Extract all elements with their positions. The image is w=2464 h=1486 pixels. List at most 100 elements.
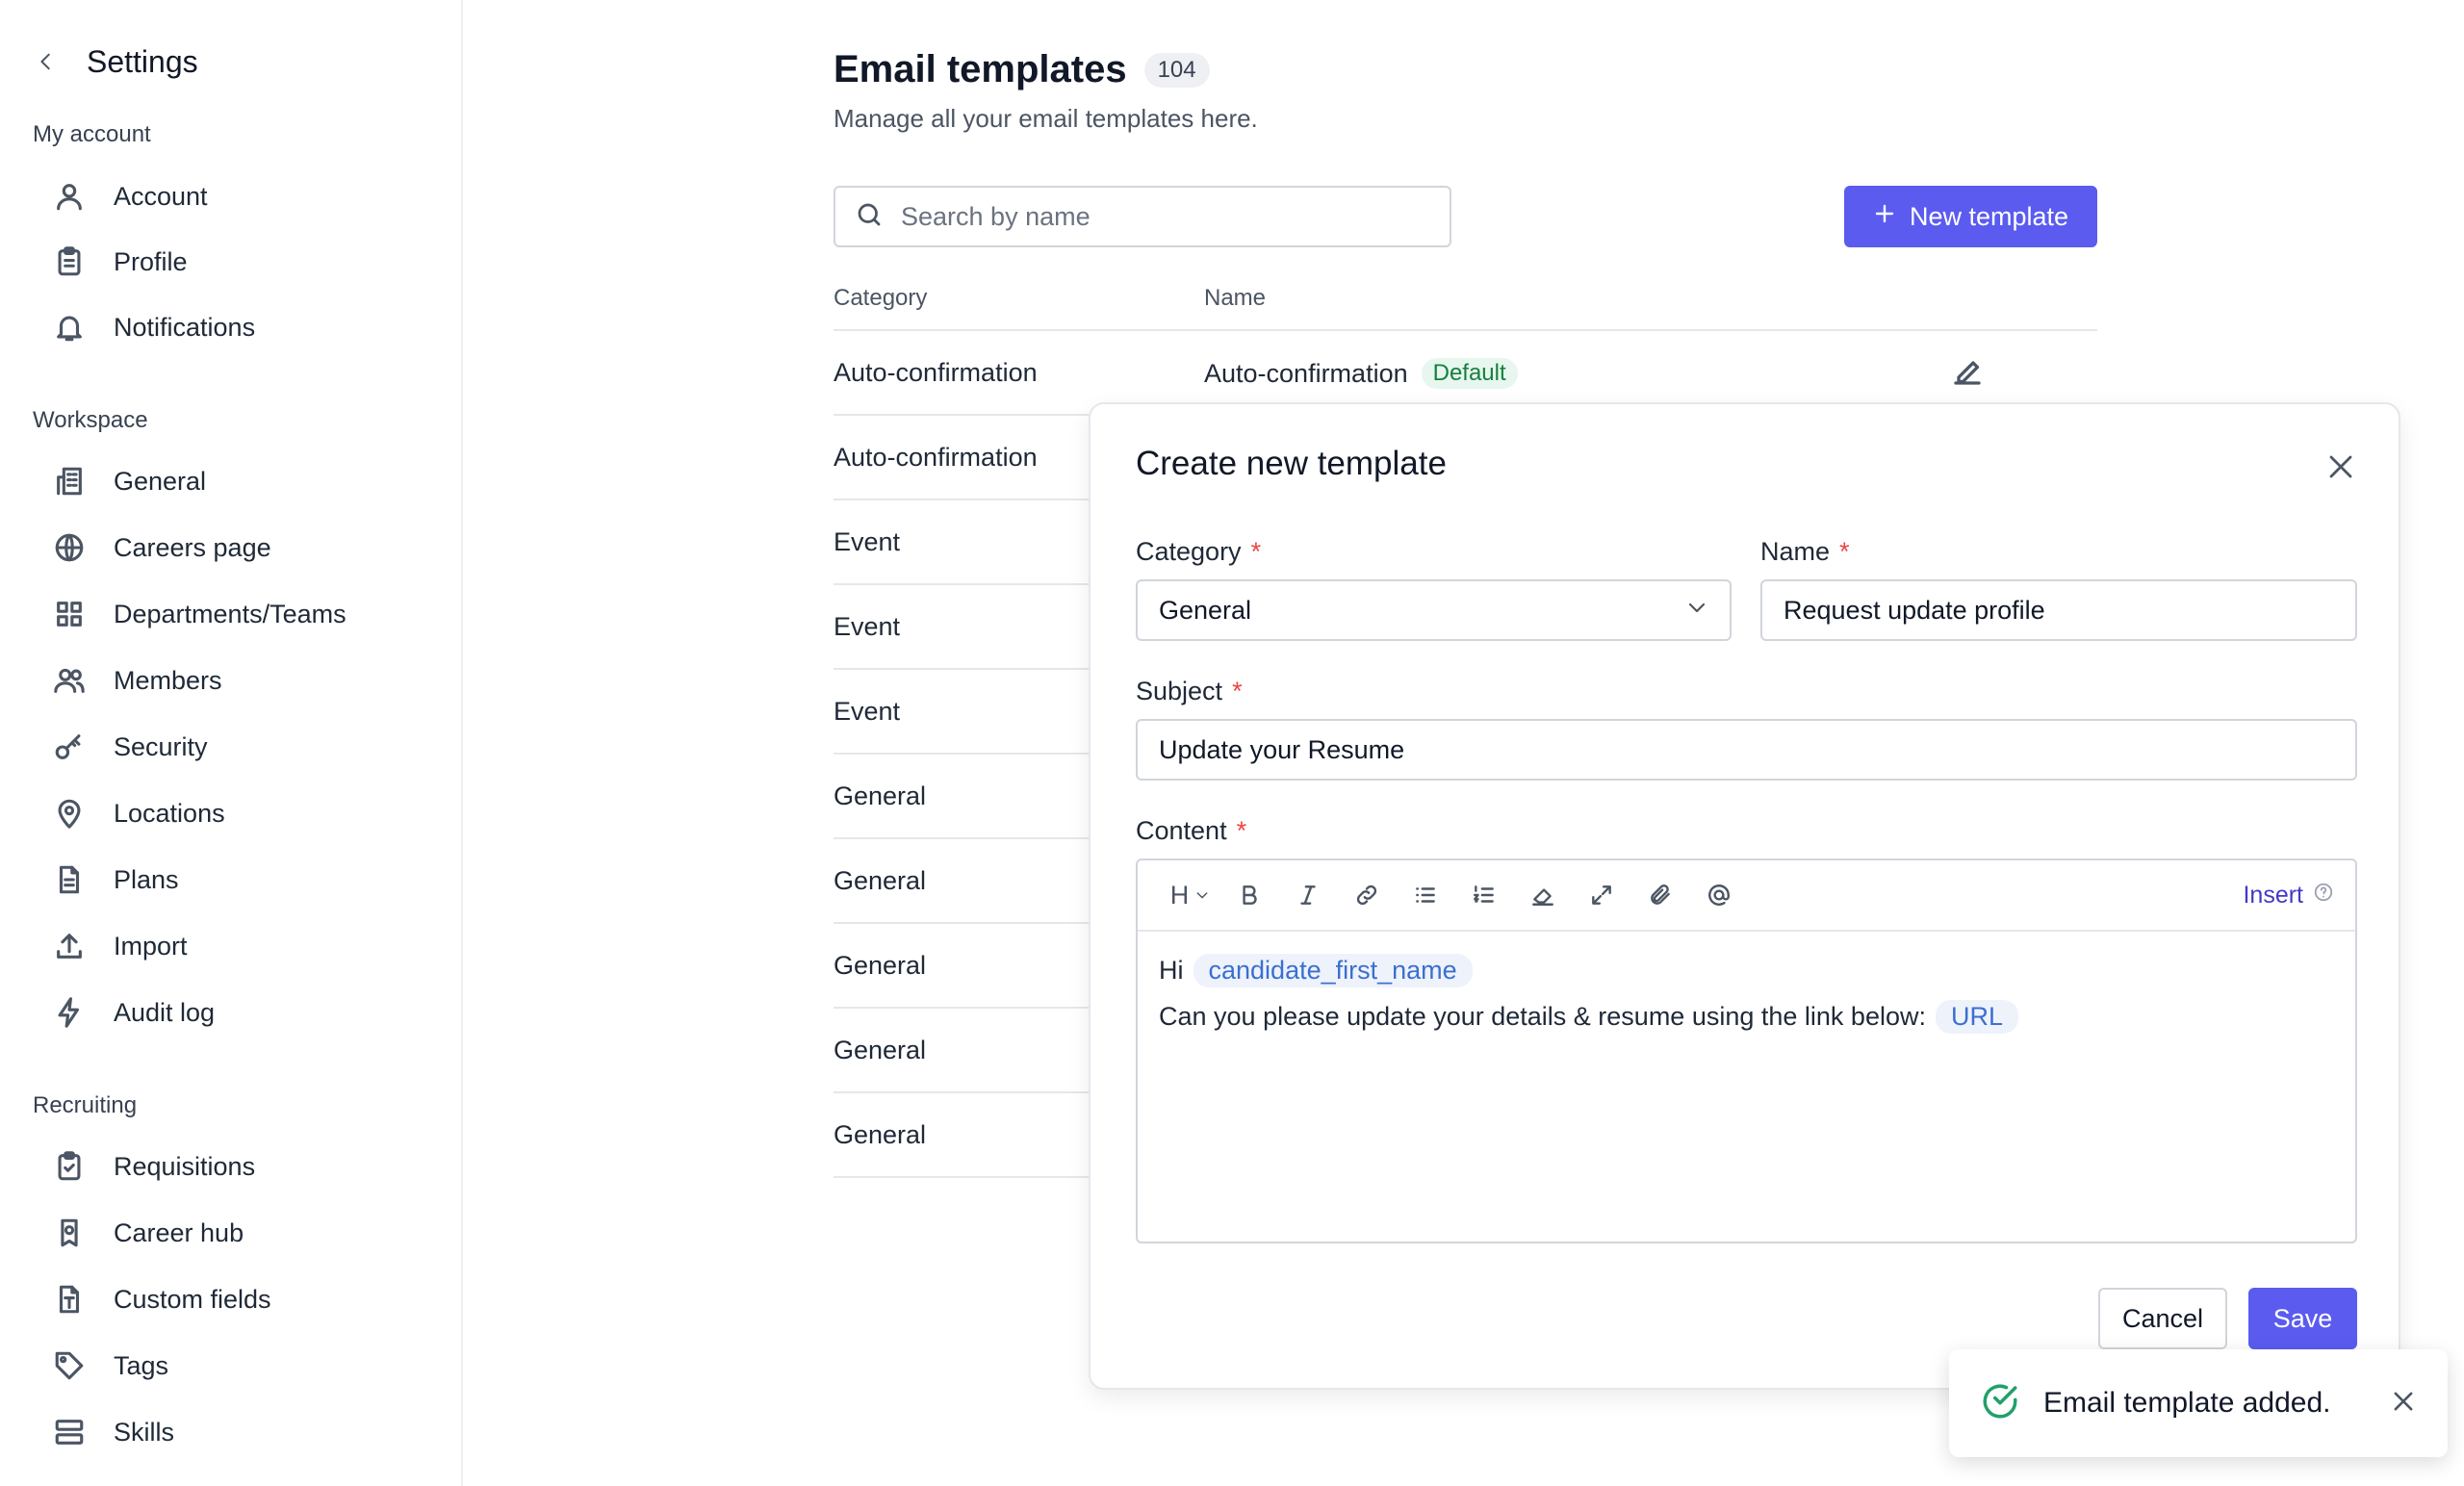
sidebar-header: Settings [33, 38, 198, 85]
mention-icon[interactable] [1689, 872, 1748, 918]
sidebar-item-label: Departments/Teams [114, 599, 346, 628]
editor-content[interactable]: Hi candidate_first_name Can you please u… [1138, 932, 2355, 1055]
new-template-label: New template [1909, 201, 2069, 231]
template-count-badge: 104 [1143, 52, 1210, 88]
sidebar-item-careers-page[interactable]: Careers page [50, 521, 435, 575]
sidebar-item-label: Requisitions [114, 1151, 256, 1181]
sidebar-item-departments-teams[interactable]: Departments/Teams [50, 587, 435, 641]
category-select-value: General [1159, 595, 1252, 625]
sidebar-item-profile[interactable]: Profile [50, 235, 435, 289]
column-header-name: Name [1204, 285, 1267, 311]
close-icon[interactable] [2390, 1388, 2417, 1420]
paperclip-icon[interactable] [1630, 872, 1689, 918]
page-title: Email templates 104 [834, 48, 1210, 91]
key-icon [50, 728, 89, 766]
sidebar-item-career-hub[interactable]: Career hub [50, 1206, 435, 1260]
sidebar-item-label: Notifications [114, 312, 256, 342]
variable-token[interactable]: URL [1935, 999, 2018, 1034]
row-category: Auto-confirmation [834, 443, 1038, 472]
category-label-text: Category [1136, 537, 1242, 566]
sidebar-item-label: Plans [114, 864, 179, 894]
sidebar-item-label: Import [114, 931, 188, 961]
subject-label-text: Subject [1136, 677, 1223, 705]
sidebar-item-label: Members [114, 665, 222, 695]
search-input[interactable] [901, 201, 1440, 232]
category-select[interactable]: General [1136, 579, 1732, 641]
toast-message: Email template added. [2043, 1387, 2331, 1419]
expand-icon[interactable] [1572, 872, 1630, 918]
back-chevron-icon[interactable] [33, 48, 60, 75]
search-icon [855, 200, 884, 234]
row-category: Event [834, 527, 901, 556]
column-header-category: Category [834, 285, 928, 311]
row-category: General [834, 1036, 927, 1064]
sidebar-item-label: Locations [114, 798, 225, 828]
row-category: Event [834, 612, 901, 641]
default-badge: Default [1421, 358, 1518, 389]
row-name: Auto-confirmation Default [1204, 358, 1518, 389]
sidebar-item-label: Career hub [114, 1217, 244, 1247]
search-box [834, 186, 1451, 247]
sidebar-item-custom-fields[interactable]: Custom fields [50, 1272, 435, 1326]
sidebar-item-label: Account [114, 181, 208, 211]
sidebar-item-notifications[interactable]: Notifications [50, 300, 435, 354]
row-category: General [834, 951, 927, 980]
new-template-button[interactable]: New template [1844, 186, 2097, 247]
help-circle-icon [2313, 882, 2334, 910]
bell-icon [50, 308, 89, 346]
variable-token[interactable]: candidate_first_name [1193, 953, 1473, 987]
lightning-icon [50, 993, 89, 1032]
document-icon [50, 860, 89, 899]
subject-field[interactable]: Update your Resume [1136, 719, 2357, 781]
badge-icon [50, 1214, 89, 1252]
sidebar-item-audit-log[interactable]: Audit log [50, 986, 435, 1039]
sidebar-item-label: Careers page [114, 532, 271, 562]
text-file-icon [50, 1280, 89, 1319]
content-label-text: Content [1136, 816, 1227, 845]
italic-icon[interactable] [1278, 872, 1337, 918]
name-label-text: Name [1760, 537, 1831, 566]
plus-icon [1873, 202, 1896, 232]
close-icon[interactable] [2326, 452, 2355, 486]
sidebar-item-tags[interactable]: Tags [50, 1339, 435, 1393]
bold-icon[interactable] [1219, 872, 1278, 918]
cancel-button[interactable]: Cancel [2098, 1288, 2227, 1349]
server-icon [50, 1413, 89, 1451]
row-category: General [834, 866, 927, 895]
content-label: Content * [1136, 816, 1246, 846]
insert-button[interactable]: Insert [2243, 882, 2334, 910]
required-asterisk: * [1232, 677, 1243, 705]
name-field[interactable]: Request update profile [1760, 579, 2357, 641]
bullet-list-icon[interactable] [1396, 872, 1454, 918]
users-icon [50, 661, 89, 700]
eraser-icon[interactable] [1513, 872, 1572, 918]
sidebar-title: Settings [87, 43, 198, 79]
sidebar-item-import[interactable]: Import [50, 919, 435, 973]
sidebar-item-label: Security [114, 731, 208, 761]
numbered-list-icon[interactable] [1454, 872, 1513, 918]
globe-icon [50, 528, 89, 567]
save-button[interactable]: Save [2248, 1288, 2357, 1349]
edit-pencil-icon[interactable] [1950, 354, 1985, 394]
sidebar-item-members[interactable]: Members [50, 653, 435, 707]
sidebar-item-account[interactable]: Account [50, 169, 435, 223]
clipboard-icon [50, 243, 89, 281]
sidebar-item-general[interactable]: General [50, 454, 435, 508]
heading-icon: H [1169, 880, 1190, 910]
sidebar-item-label: Custom fields [114, 1284, 271, 1314]
sidebar-item-skills[interactable]: Skills [50, 1405, 435, 1459]
required-asterisk: * [1839, 537, 1850, 566]
insert-label: Insert [2243, 881, 2303, 909]
heading-dropdown[interactable]: H [1161, 872, 1219, 918]
link-icon[interactable] [1337, 872, 1396, 918]
settings-sidebar: Settings My account Account Profile Noti… [0, 0, 463, 1486]
sidebar-item-security[interactable]: Security [50, 720, 435, 774]
create-template-modal: Create new template Category * General Na… [1089, 402, 2400, 1390]
content-text: Hi [1159, 955, 1184, 985]
section-my-account: My account [33, 121, 151, 147]
sidebar-item-plans[interactable]: Plans [50, 853, 435, 907]
tag-icon [50, 1346, 89, 1385]
sidebar-item-requisitions[interactable]: Requisitions [50, 1140, 435, 1193]
row-name-text: Auto-confirmation [1204, 358, 1408, 388]
sidebar-item-locations[interactable]: Locations [50, 786, 435, 840]
